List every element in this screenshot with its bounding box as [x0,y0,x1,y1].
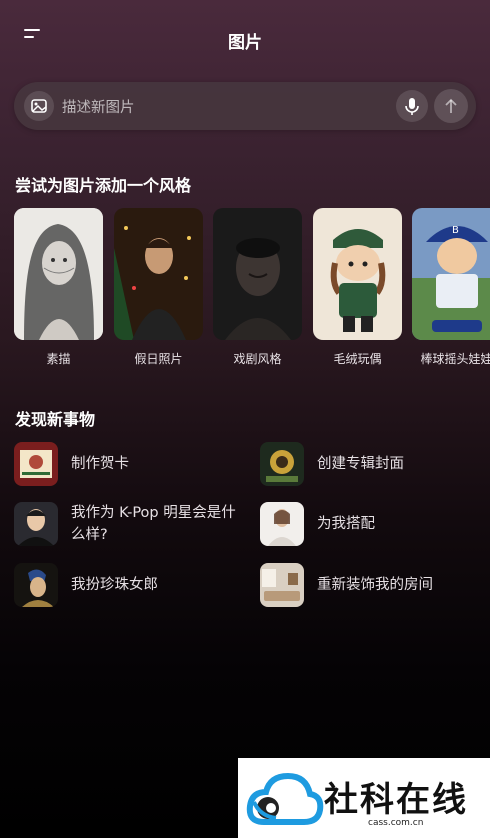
cloud-logo-icon [246,772,324,825]
outfit-thumb [260,502,304,546]
mic-icon[interactable] [396,90,428,122]
pearl-girl-thumb [14,563,58,607]
discover-item-outfit[interactable]: 为我搭配 [260,500,476,548]
discover-section-title: 发现新事物 [15,410,96,429]
room-thumb [260,563,304,607]
kpop-thumb [14,502,58,546]
styles-section-title: 尝试为图片添加一个风格 [15,176,192,195]
discover-item-kpop[interactable]: 我作为 K-Pop 明星会是什么样? [14,500,244,548]
discover-item-greeting-card[interactable]: 制作贺卡 [14,440,244,488]
album-cover-thumb [260,442,304,486]
prompt-input[interactable]: 描述新图片 [62,96,135,117]
discover-item-pearl-girl[interactable]: 我扮珍珠女郎 [14,561,244,609]
style-card-bobblehead[interactable]: B 棒球摇头娃娃 [412,208,490,367]
watermark-brand: 社科在线 [324,780,468,820]
arrow-up-icon[interactable] [434,89,468,123]
prompt-bar: 描述新图片 [14,82,476,130]
sketch-image [14,208,103,340]
greeting-card-thumb [14,442,58,486]
style-card-dramatic[interactable]: 戏剧风格 [213,208,302,367]
discover-label: 制作贺卡 [71,456,129,472]
style-card-plush[interactable]: 毛绒玩偶 [313,208,402,367]
discover-label: 我扮珍珠女郎 [71,577,158,593]
watermark-url: cass.com.cn [368,818,424,828]
svg-text:B: B [452,225,459,236]
discover-label: 为我搭配 [317,516,375,532]
holiday-photo-image [114,208,203,340]
style-card-sketch[interactable]: 素描 [14,208,103,367]
bobblehead-image: B [412,208,490,340]
dramatic-image [213,208,302,340]
header: 图片 [0,0,490,78]
discover-label: 重新装饰我的房间 [317,577,433,593]
style-label: 戏剧风格 [233,352,282,366]
style-label: 毛绒玩偶 [333,352,382,366]
discover-label: 创建专辑封面 [317,456,404,472]
discover-label: 我作为 K-Pop 明星会是什么样? [71,505,236,543]
discover-item-room[interactable]: 重新装饰我的房间 [260,561,476,609]
page-title: 图片 [228,33,262,53]
image-icon[interactable] [24,91,54,121]
discover-item-album-cover[interactable]: 创建专辑封面 [260,440,476,488]
watermark: 社科在线 cass.com.cn [238,758,490,838]
style-label: 假日照片 [134,352,183,366]
style-card-holiday[interactable]: 假日照片 [114,208,203,367]
style-label: 素描 [46,352,71,366]
style-carousel[interactable]: 素描 假日照片 戏剧风格 毛绒玩偶 B 棒球摇头娃娃 [14,208,490,368]
plush-toy-image [313,208,402,340]
style-label: 棒球摇头娃娃 [420,352,490,366]
